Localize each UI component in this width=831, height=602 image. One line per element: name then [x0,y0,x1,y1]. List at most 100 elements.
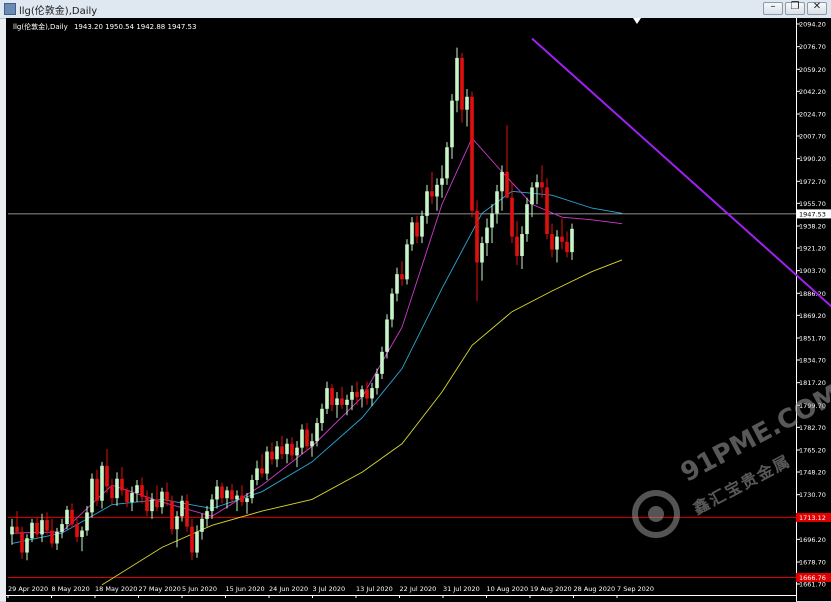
chart-window: llg(伦敦金),Daily – ❐ ✕ 2094.20 2076.70 2059.… [0,0,831,602]
candle-body [80,530,84,537]
candle-body [120,478,124,491]
candle [340,386,344,409]
candle [60,518,64,539]
candle [85,505,89,536]
candle-body [415,222,419,237]
candle [365,381,369,405]
candle [95,469,99,506]
symbol-label: llg(伦敦金),Daily [13,23,68,31]
candle-body [265,451,269,474]
candle [165,482,169,506]
candle-body [395,274,399,294]
candle-body [555,236,559,250]
candle [25,534,29,561]
candle-body [275,446,279,460]
candle-body [220,486,224,499]
date-tick-label: 15 Jun 2020 [226,585,265,593]
date-tick-label: 29 Apr 2020 [8,585,48,593]
date-tick-label: 22 Jul 2020 [400,585,437,593]
candle [470,91,474,218]
candle-body [65,509,69,525]
candle-body [200,518,204,532]
price-tick-label: 1938.20 [799,222,826,230]
candle-body [225,490,229,499]
candle [230,483,234,504]
chart-shift-triangle-icon[interactable] [633,18,641,24]
candle-body [245,498,249,503]
candle-body [460,57,464,110]
candle-body [490,213,494,228]
candle-body [500,171,504,192]
trendline [531,37,831,308]
candle [115,472,119,506]
candle [255,460,259,486]
candle-body [45,520,49,531]
candle-body [540,182,544,188]
candle-body [530,187,534,205]
candle [55,527,59,550]
candle-body [270,451,274,460]
candle-body [390,293,394,320]
price-tick-label: 1851.70 [799,334,826,342]
candle [425,184,429,224]
candle [360,385,364,408]
candle [450,94,454,159]
candle [440,165,444,198]
candle-body [115,478,119,499]
candle-body [320,408,324,424]
candle [205,505,209,527]
candle-body [350,391,354,400]
candle-body [190,526,194,553]
candle-body [35,522,39,535]
chart-header: llg(伦敦金),Daily 1943.20 1950.54 1942.88 1… [13,22,196,32]
candle [130,486,134,512]
candle [160,487,164,514]
candle-body [565,241,569,253]
candle [320,403,324,431]
candle-body [310,441,314,447]
moving-average-line [101,259,623,586]
candle-body [100,465,104,501]
date-tick-label: 27 May 2020 [139,585,181,593]
candle [565,231,569,258]
candle-body [170,500,174,530]
candle-body [140,485,144,497]
candle-body [420,215,424,237]
candle-body [370,388,374,399]
candle-body [550,234,554,250]
price-tick-label: 1834.70 [799,357,826,365]
candle-body [335,398,339,405]
candle [80,526,84,552]
candle [15,511,19,535]
candle [300,424,304,455]
watermark-logo-icon [632,490,680,538]
candle [275,441,279,468]
candle [120,467,124,496]
candle [35,517,39,539]
candle-body [165,491,169,501]
candle-body [175,516,179,530]
candle-body [15,526,19,532]
date-tick-label: 24 Jun 2020 [269,585,308,593]
date-tick-label: 28 Aug 2020 [574,585,616,593]
candle [125,487,129,508]
candle [185,494,189,532]
candle-body [180,500,184,517]
candle-body [145,496,149,512]
candle-body [570,228,574,253]
candle [170,495,174,535]
candle-body [495,191,499,214]
candle [50,518,54,548]
candle-body [375,373,379,389]
candle [305,423,309,452]
candle-body [535,182,539,188]
candle-body [330,388,334,405]
candle-body [325,388,329,409]
price-tick-label: 1972.70 [799,178,826,186]
candle-body [285,443,289,455]
candle-body [440,178,444,185]
candle [100,461,104,509]
candle [280,436,284,460]
candle [330,384,334,412]
candle-body [470,96,474,211]
